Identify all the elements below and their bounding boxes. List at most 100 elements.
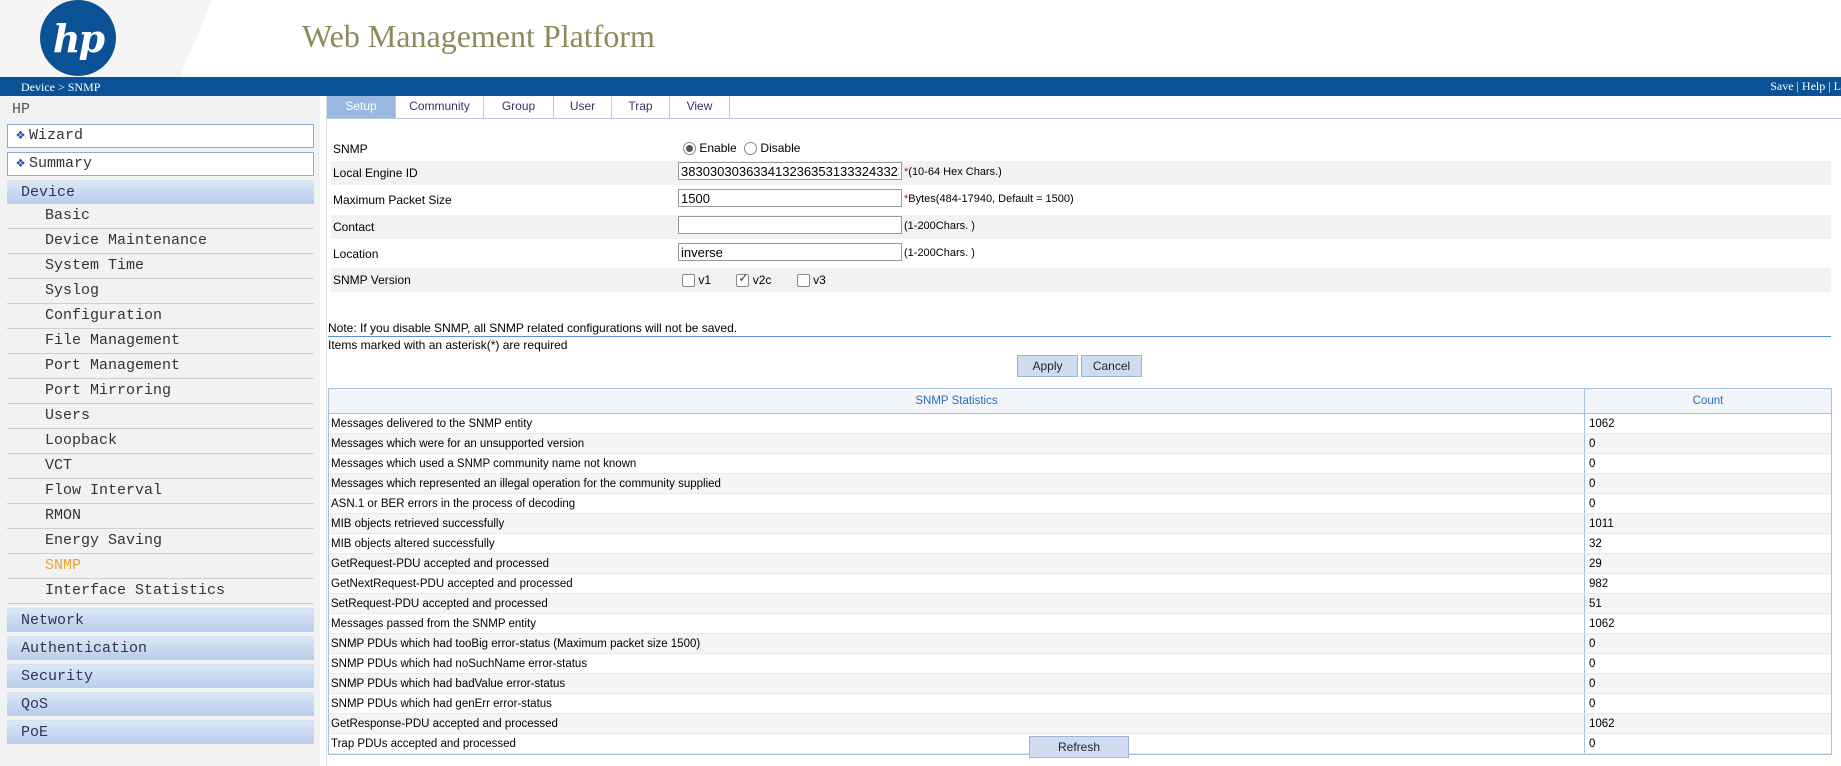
statistic-count: 982 bbox=[1584, 573, 1831, 594]
top-links: Save | Help | L bbox=[1770, 79, 1841, 93]
sidebar-item-configuration[interactable]: Configuration bbox=[7, 305, 314, 329]
tab-view[interactable]: View bbox=[670, 96, 730, 118]
sidebar-item-system-time[interactable]: System Time bbox=[7, 255, 314, 279]
statistic-count: 0 bbox=[1584, 653, 1831, 674]
sidebar-category-security[interactable]: Security bbox=[7, 664, 314, 688]
tab-community[interactable]: Community bbox=[396, 96, 484, 118]
snmp-label: SNMP bbox=[333, 142, 368, 156]
table-row: SNMP PDUs which had badValue error-statu… bbox=[329, 673, 1831, 694]
sidebar-item-snmp[interactable]: SNMP bbox=[7, 555, 314, 579]
breadcrumb: Device > SNMP bbox=[21, 80, 101, 94]
sidebar-category-network[interactable]: Network bbox=[7, 608, 314, 632]
location-input[interactable] bbox=[678, 243, 902, 261]
engine-id-hint: *(10-64 Hex Chars.) bbox=[904, 166, 1002, 178]
refresh-button[interactable]: Refresh bbox=[1029, 736, 1129, 758]
statistic-count: 32 bbox=[1584, 533, 1831, 554]
tab-group[interactable]: Group bbox=[484, 96, 554, 118]
sidebar-category-qos[interactable]: QoS bbox=[7, 692, 314, 716]
sidebar-item-port-mirroring[interactable]: Port Mirroring bbox=[7, 380, 314, 404]
sidebar-item-vct[interactable]: VCT bbox=[7, 455, 314, 479]
engine-id-label: Local Engine ID bbox=[333, 166, 418, 180]
engine-id-row: Local Engine ID *(10-64 Hex Chars.) bbox=[331, 161, 1831, 185]
sidebar-item-wizard[interactable]: ❖ Wizard bbox=[7, 124, 314, 148]
sidebar-category-poe[interactable]: PoE bbox=[7, 720, 314, 744]
sidebar-divider bbox=[320, 96, 327, 766]
divider bbox=[328, 336, 1831, 337]
hp-logo: hp bbox=[40, 0, 116, 76]
help-link[interactable]: Help bbox=[1802, 79, 1825, 93]
save-link[interactable]: Save bbox=[1770, 79, 1793, 93]
sidebar-root[interactable]: HP bbox=[12, 101, 30, 118]
location-hint: (1-200Chars. ) bbox=[904, 247, 975, 259]
snmp-row: SNMP Enable Disable bbox=[331, 137, 1831, 160]
cancel-button[interactable]: Cancel bbox=[1081, 355, 1142, 377]
statistic-name: MIB objects retrieved successfully bbox=[329, 513, 1585, 534]
table-row: Messages delivered to the SNMP entity 106… bbox=[329, 413, 1831, 434]
sidebar-item-rmon[interactable]: RMON bbox=[7, 505, 314, 529]
statistic-name: GetRequest-PDU accepted and processed bbox=[329, 553, 1585, 574]
statistic-name: MIB objects altered successfully bbox=[329, 533, 1585, 554]
snmp-radio-group: Enable Disable bbox=[683, 141, 801, 156]
packet-size-label: Maximum Packet Size bbox=[333, 193, 452, 207]
sidebar-item-label: Summary bbox=[29, 155, 93, 172]
statistic-name: ASN.1 or BER errors in the process of de… bbox=[329, 493, 1585, 514]
sidebar-item-users[interactable]: Users bbox=[7, 405, 314, 429]
statistic-count: 0 bbox=[1584, 433, 1831, 454]
packet-size-input[interactable] bbox=[678, 189, 902, 207]
tab-bar: Setup Community Group User Trap View bbox=[327, 96, 1841, 119]
sidebar-category-device[interactable]: Device bbox=[7, 180, 314, 204]
sidebar-item-syslog[interactable]: Syslog bbox=[7, 280, 314, 304]
sidebar-item-port-management[interactable]: Port Management bbox=[7, 355, 314, 379]
tab-user[interactable]: User bbox=[554, 96, 612, 118]
statistic-count: 0 bbox=[1584, 493, 1831, 514]
statistic-name: Trap PDUs accepted and processed bbox=[329, 733, 1585, 754]
statistic-name: SNMP PDUs which had noSuchName error-sta… bbox=[329, 653, 1585, 674]
sidebar-item-device-maintenance[interactable]: Device Maintenance bbox=[7, 230, 314, 254]
header: hp Web Management Platform bbox=[0, 0, 1841, 77]
statistic-count: 0 bbox=[1584, 693, 1831, 714]
contact-row: Contact (1-200Chars. ) bbox=[331, 215, 1831, 239]
diamond-icon: ❖ bbox=[16, 155, 26, 172]
disable-label: Disable bbox=[760, 141, 801, 155]
sidebar-item-summary[interactable]: ❖ Summary bbox=[7, 152, 314, 176]
tab-setup[interactable]: Setup bbox=[327, 96, 396, 118]
statistic-name: SNMP PDUs which had genErr error-status bbox=[329, 693, 1585, 714]
table-row: ASN.1 or BER errors in the process of de… bbox=[329, 493, 1831, 514]
location-row: Location (1-200Chars. ) bbox=[331, 242, 1831, 266]
statistic-count: 0 bbox=[1584, 473, 1831, 494]
contact-input[interactable] bbox=[678, 216, 902, 234]
table-row: MIB objects altered successfully 32 bbox=[329, 533, 1831, 554]
disable-radio[interactable] bbox=[744, 142, 758, 156]
engine-id-input[interactable] bbox=[678, 162, 902, 180]
table-row: Messages which used a SNMP community nam… bbox=[329, 453, 1831, 474]
snmp-statistics-table: SNMP Statistics Count Messages delivered… bbox=[328, 388, 1832, 755]
sidebar-item-interface-statistics[interactable]: Interface Statistics bbox=[7, 580, 314, 604]
v1-label: v1 bbox=[698, 273, 712, 287]
enable-label: Enable bbox=[699, 141, 737, 155]
v3-checkbox[interactable] bbox=[796, 274, 810, 288]
statistic-name: Messages delivered to the SNMP entity bbox=[329, 413, 1585, 434]
statistic-name: Messages which represented an illegal op… bbox=[329, 473, 1585, 494]
apply-button[interactable]: Apply bbox=[1017, 355, 1078, 377]
sidebar-category-authentication[interactable]: Authentication bbox=[7, 636, 314, 660]
snmp-version-row: SNMP Version v1 v2c v3 bbox=[331, 268, 1831, 292]
diamond-icon: ❖ bbox=[16, 127, 26, 144]
enable-radio[interactable] bbox=[683, 142, 696, 156]
sidebar-item-loopback[interactable]: Loopback bbox=[7, 430, 314, 454]
logout-link[interactable]: L bbox=[1834, 79, 1841, 93]
v1-checkbox[interactable] bbox=[682, 274, 695, 288]
v2c-checkbox[interactable] bbox=[736, 271, 750, 288]
statistic-count: 1062 bbox=[1584, 713, 1831, 734]
packet-size-hint: *Bytes(484-17940, Default = 1500) bbox=[904, 193, 1074, 205]
contact-label: Contact bbox=[333, 220, 375, 234]
statistic-name: GetNextRequest-PDU accepted and processe… bbox=[329, 573, 1585, 594]
sidebar-item-flow-interval[interactable]: Flow Interval bbox=[7, 480, 314, 504]
sidebar-item-basic[interactable]: Basic bbox=[7, 205, 314, 229]
table-row: SNMP PDUs which had tooBig error-status … bbox=[329, 633, 1831, 654]
sidebar-item-energy-saving[interactable]: Energy Saving bbox=[7, 530, 314, 554]
sidebar-item-file-management[interactable]: File Management bbox=[7, 330, 314, 354]
table-row: GetRequest-PDU accepted and processed 29 bbox=[329, 553, 1831, 574]
tab-trap[interactable]: Trap bbox=[612, 96, 670, 118]
disable-note: Note: If you disable SNMP, all SNMP rela… bbox=[328, 321, 738, 335]
statistic-count: 0 bbox=[1584, 733, 1831, 754]
